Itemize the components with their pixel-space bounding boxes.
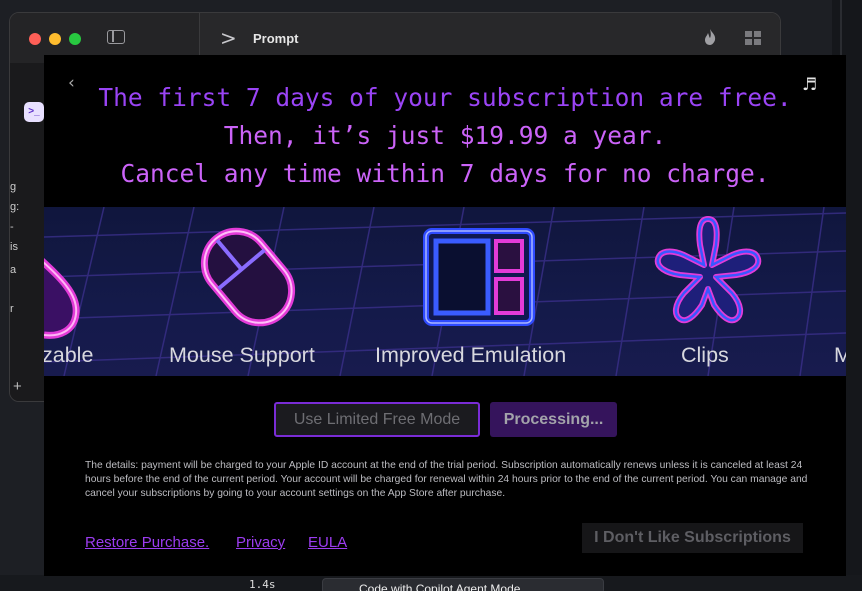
close-window-button[interactable] [29,33,41,45]
grid-icon[interactable] [745,31,761,45]
subscription-paywall: ‹ ♬ The first 7 days of your subscriptio… [44,55,846,576]
sidebar-fragment: - [10,221,14,233]
feature-carousel[interactable]: zable Mouse Support Improved Emulation C… [44,207,846,376]
background-tab-label: Code with Copilot Agent Mode [359,582,521,591]
prompt-logo-icon: > [220,26,237,50]
background-editor-text: 1.4s [249,578,276,591]
window-title: Prompt [253,31,299,46]
flame-icon[interactable] [703,29,717,45]
privacy-link[interactable]: Privacy [236,534,285,551]
headline-line-2: Then, it’s just $19.99 a year. [223,121,667,150]
paywall-headline: The first 7 days of your subscription ar… [44,79,846,193]
subscription-details: The details: payment will be charged to … [85,460,808,499]
feature-label-improved-emulation: Improved Emulation [375,343,567,367]
sidebar-fragment: g [10,181,17,193]
headline-line-1: The first 7 days of your subscription ar… [98,83,792,112]
background-tab[interactable]: Code with Copilot Agent Mode [322,578,604,591]
sidebar-fragment: is [10,241,18,253]
drop-icon [44,258,80,339]
feature-label-clips: Clips [681,343,729,367]
asterisk-icon [654,216,762,324]
sidebar-fragment: r [10,303,14,315]
minimize-window-button[interactable] [49,33,61,45]
eula-link[interactable]: EULA [308,534,347,551]
feature-label-resizable: zable [44,343,94,367]
processing-button[interactable]: Processing... [490,402,617,437]
sidebar-fragment: a [10,264,17,276]
sidebar-toggle-icon[interactable] [107,30,125,44]
add-host-icon[interactable]: + [13,378,22,395]
host-terminal-icon[interactable]: >_ [24,102,44,122]
headline-line-3: Cancel any time within 7 days for no cha… [120,159,770,188]
mouse-icon [200,227,296,327]
restore-purchase-link[interactable]: Restore Purchase. [85,534,209,551]
feature-label-next: M [834,343,846,367]
sidebar-fragment: g: [10,201,20,213]
use-free-mode-button[interactable]: Use Limited Free Mode [274,402,480,437]
no-subscriptions-button[interactable]: I Don't Like Subscriptions [582,523,803,553]
window-layout-icon [423,228,535,326]
feature-label-mouse-support: Mouse Support [169,343,315,367]
zoom-window-button[interactable] [69,33,81,45]
